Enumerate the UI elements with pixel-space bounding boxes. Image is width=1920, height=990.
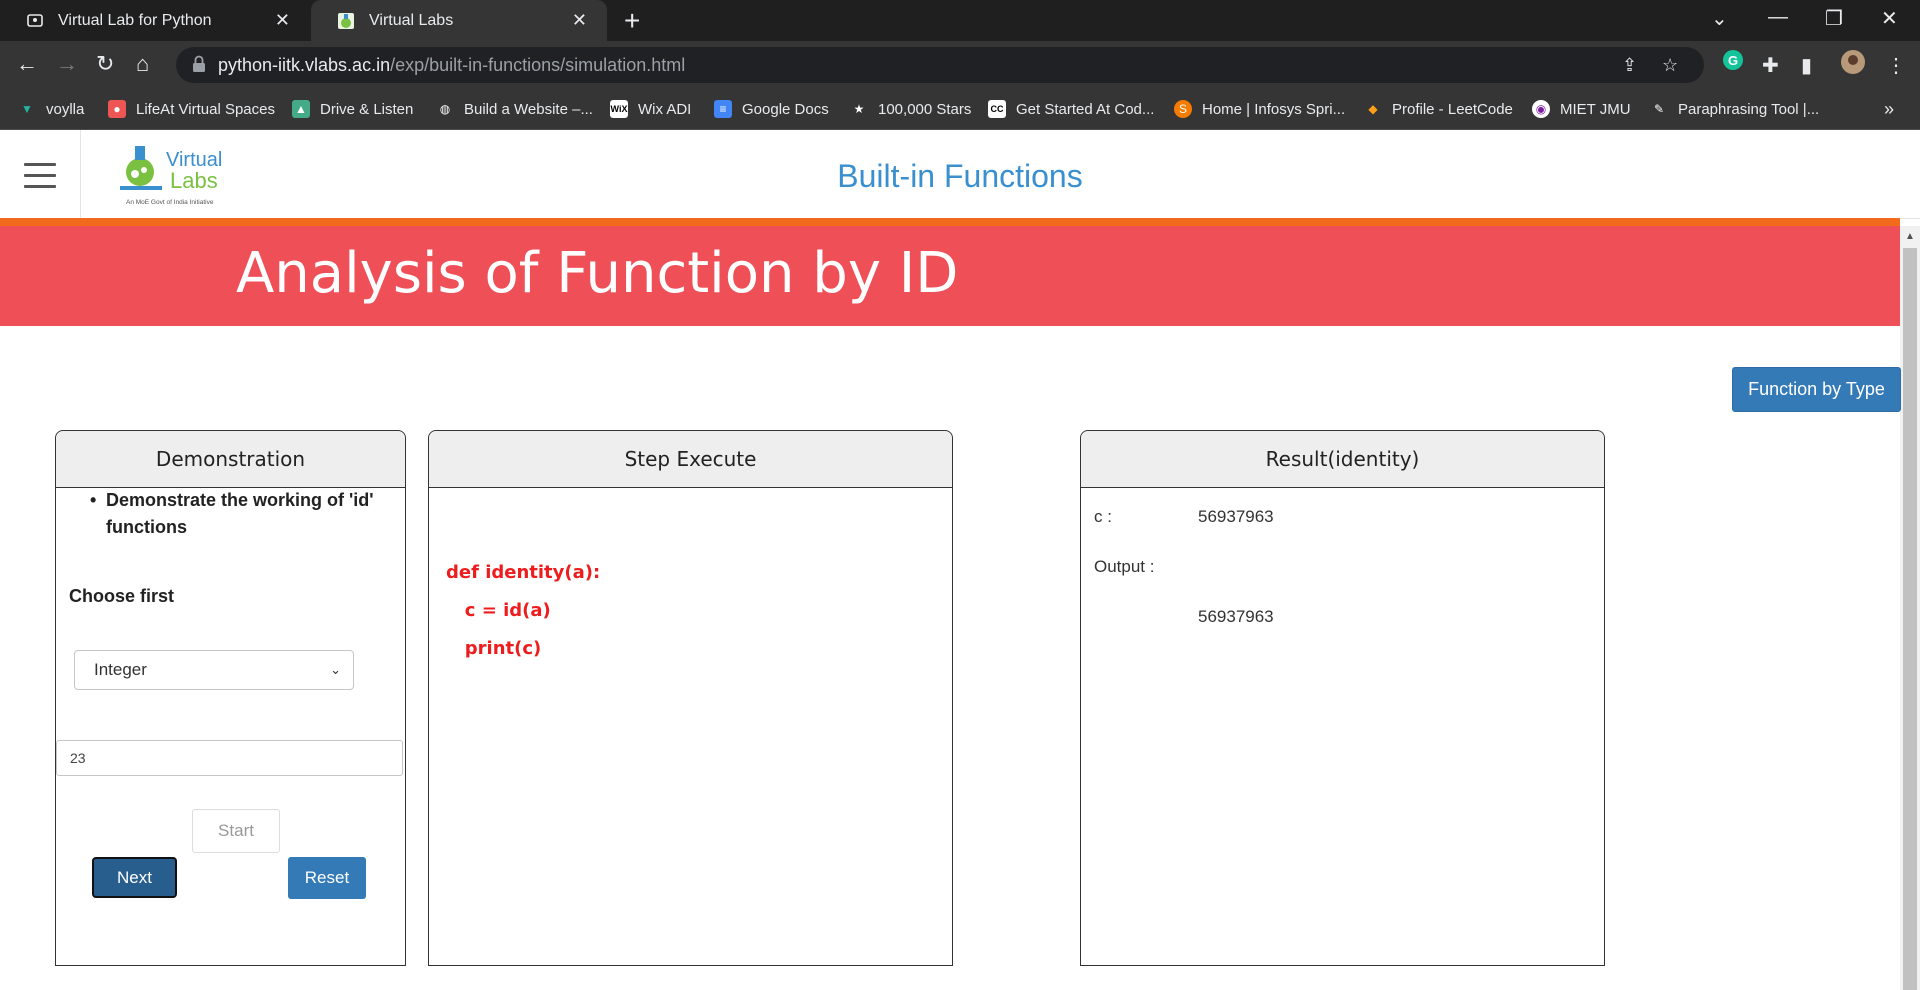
lock-icon — [192, 55, 206, 78]
result-header: Result(identity) — [1081, 431, 1604, 488]
voylla-icon: ▼ — [21, 102, 33, 116]
profile-avatar[interactable] — [1840, 49, 1866, 81]
step-execute-panel: Step Execute def identity(a): c = id(a) … — [428, 430, 953, 966]
bookmark-get-started[interactable]: CC Get Started At Cod... — [988, 95, 1154, 123]
next-button[interactable]: Next — [92, 857, 177, 898]
lifeat-icon: ● — [108, 100, 126, 118]
tab-virtual-labs[interactable]: Virtual Labs ✕ — [311, 0, 607, 41]
grammarly-icon[interactable]: G — [1722, 49, 1744, 77]
choose-first-label: Choose first — [69, 586, 175, 606]
demonstration-description: • Demonstrate the working of 'id' functi… — [90, 487, 396, 541]
tab-title: Virtual Labs — [369, 11, 454, 29]
share-icon[interactable]: ⇪ — [1622, 55, 1637, 76]
scrollbar-thumb[interactable] — [1903, 248, 1917, 990]
tab-virtual-lab-for-python[interactable]: Virtual Lab for Python ✕ — [0, 0, 310, 41]
bookmark-drive-listen[interactable]: ▲ Drive & Listen — [292, 95, 413, 123]
more-bookmarks-icon[interactable]: » — [1884, 95, 1894, 123]
c-label: c : — [1094, 507, 1112, 526]
bookmark-build-website[interactable]: ◍ Build a Website –... — [436, 95, 593, 123]
demonstration-panel: Demonstration • Demonstrate the working … — [55, 430, 406, 966]
orange-accent-bar — [0, 218, 1900, 226]
reset-button[interactable]: Reset — [288, 857, 366, 899]
experiment-title: Analysis of Function by ID — [236, 241, 959, 306]
browser-toolbar: ← → ↻ ⌂ python-iitk.vlabs.ac.in/exp/buil… — [0, 41, 1920, 89]
site-header: Virtual Labs An MoE Govt of India Initia… — [0, 130, 1920, 219]
page-scrollbar[interactable]: ▲ — [1900, 226, 1920, 990]
bookmark-leetcode[interactable]: ◆ Profile - LeetCode — [1364, 95, 1513, 123]
new-tab-icon[interactable]: + — [624, 5, 640, 37]
miet-icon: ◉ — [1532, 100, 1550, 118]
bookmark-star-icon[interactable]: ☆ — [1662, 55, 1678, 76]
function-by-type-button[interactable]: Function by Type — [1732, 367, 1901, 412]
forward-icon[interactable]: → — [56, 51, 78, 77]
code-line: print(c) — [446, 638, 542, 659]
bookmark-paraphrasing[interactable]: ✎ Paraphrasing Tool |... — [1650, 95, 1819, 123]
bookmark-100000-stars[interactable]: ★ 100,000 Stars — [850, 95, 972, 123]
step-execute-header: Step Execute — [429, 431, 952, 488]
side-panel-icon[interactable]: ▮ — [1801, 53, 1812, 78]
feather-icon: ✎ — [1653, 102, 1665, 116]
bookmark-miet-jmu[interactable]: ◉ MIET JMU — [1532, 95, 1631, 123]
c-value: 56937963 — [1198, 507, 1274, 526]
page-title: Built-in Functions — [837, 158, 1083, 194]
menu-kebab-icon[interactable]: ⋮ — [1886, 53, 1906, 78]
close-window-icon[interactable]: ✕ — [1881, 6, 1898, 31]
output-value: 56937963 — [1198, 607, 1274, 626]
restore-icon[interactable]: ❐ — [1825, 6, 1843, 31]
reload-icon[interactable]: ↻ — [96, 51, 114, 77]
leetcode-icon: ◆ — [1368, 102, 1378, 116]
output-label: Output : — [1094, 557, 1155, 576]
codecademy-icon: CC — [988, 100, 1006, 118]
code-line: c = id(a) — [446, 600, 551, 621]
wix-icon: WiX — [610, 100, 628, 118]
code-block: def identity(a): c = id(a) print(c) — [446, 554, 600, 668]
url-text: python-iitk.vlabs.ac.in/exp/built-in-fun… — [218, 55, 686, 75]
bookmark-wix-adi[interactable]: WiX Wix ADI — [610, 95, 691, 123]
code-line: def identity(a): — [446, 562, 601, 583]
bookmark-voylla[interactable]: ▼ voylla — [18, 95, 84, 123]
google-docs-icon: ≡ — [714, 100, 732, 118]
globe-icon: ◍ — [439, 102, 451, 116]
result-panel: Result(identity) c : 56937963 Output : 5… — [1080, 430, 1605, 966]
svg-text:G: G — [1728, 53, 1738, 68]
experiment-banner: Analysis of Function by ID — [0, 226, 1900, 326]
chevron-down-icon: ⌄ — [330, 662, 341, 677]
infosys-icon: S — [1174, 100, 1192, 118]
tab-search-icon[interactable]: ⌄ — [1711, 6, 1728, 31]
extensions-puzzle-icon[interactable]: ✚ — [1762, 53, 1779, 78]
scroll-up-arrow-icon[interactable]: ▲ — [1905, 231, 1915, 242]
value-input[interactable]: 23 — [56, 740, 403, 776]
bookmark-infosys[interactable]: S Home | Infosys Spri... — [1174, 95, 1345, 123]
start-button[interactable]: Start — [192, 809, 280, 853]
home-icon[interactable]: ⌂ — [136, 51, 149, 77]
type-select-dropdown[interactable]: Integer ⌄ — [74, 650, 354, 690]
bookmarks-bar: ▼ voylla ● LifeAt Virtual Spaces ▲ Drive & … — [0, 89, 1920, 130]
star-icon: ★ — [853, 102, 865, 116]
address-bar[interactable]: python-iitk.vlabs.ac.in/exp/built-in-fun… — [176, 47, 1704, 83]
logo-tagline: An MoE Govt of India Initiative — [126, 199, 214, 206]
bullet-icon: • — [90, 490, 97, 510]
minimize-icon[interactable]: — — [1768, 6, 1788, 29]
tab-title: Virtual Lab for Python — [58, 11, 212, 29]
bookmark-google-docs[interactable]: ≡ Google Docs — [714, 95, 829, 123]
demonstration-header: Demonstration — [56, 431, 405, 488]
bookmark-lifeat[interactable]: ● LifeAt Virtual Spaces — [108, 95, 275, 123]
drive-listen-icon: ▲ — [292, 100, 310, 118]
close-tab-icon[interactable]: ✕ — [275, 10, 290, 31]
screen-icon — [26, 12, 44, 30]
selected-type: Integer — [94, 660, 147, 679]
close-tab-icon[interactable]: ✕ — [572, 10, 587, 31]
back-icon[interactable]: ← — [16, 51, 38, 77]
virtual-labs-favicon — [337, 12, 355, 30]
browser-tab-strip: Virtual Lab for Python ✕ Virtual Labs ✕ … — [0, 0, 1920, 41]
